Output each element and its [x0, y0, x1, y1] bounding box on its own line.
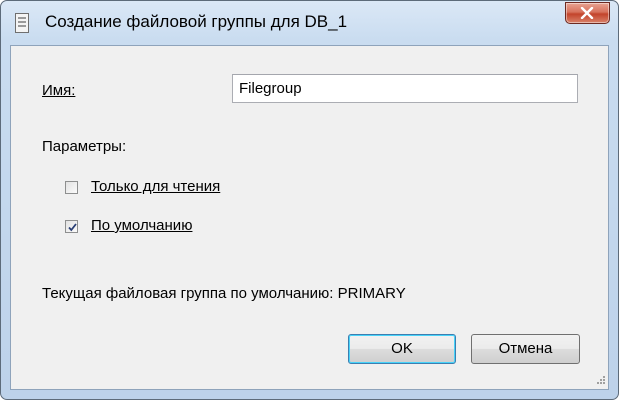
resize-grip-icon[interactable]	[594, 375, 606, 387]
database-icon	[15, 13, 29, 33]
readonly-checkbox[interactable]	[65, 181, 78, 194]
dialog-content: Имя: Параметры: Только для чтения По умо…	[10, 45, 609, 390]
default-label-text[interactable]: По умолчанию	[91, 217, 192, 234]
name-label: Имя:	[42, 82, 75, 99]
close-icon	[580, 7, 594, 19]
default-checkbox[interactable]	[65, 220, 78, 233]
checkmark-icon	[68, 223, 77, 232]
cancel-button[interactable]: Отмена	[471, 334, 580, 364]
title-bar[interactable]: Создание файловой группы для DB_1	[1, 1, 618, 45]
name-input[interactable]	[232, 74, 578, 103]
readonly-label[interactable]: Только для чтения	[91, 178, 220, 195]
ok-button[interactable]: OK	[348, 334, 456, 364]
close-button[interactable]	[565, 2, 610, 24]
name-label-text: Имя:	[42, 82, 76, 99]
window-title: Создание файловой группы для DB_1	[45, 12, 348, 31]
params-label: Параметры:	[42, 138, 127, 155]
dialog-window: Создание файловой группы для DB_1 Имя: П…	[0, 0, 619, 400]
default-label[interactable]: По умолчанию	[91, 217, 192, 234]
current-default-text: Текущая файловая группа по умолчанию: PR…	[42, 285, 406, 302]
